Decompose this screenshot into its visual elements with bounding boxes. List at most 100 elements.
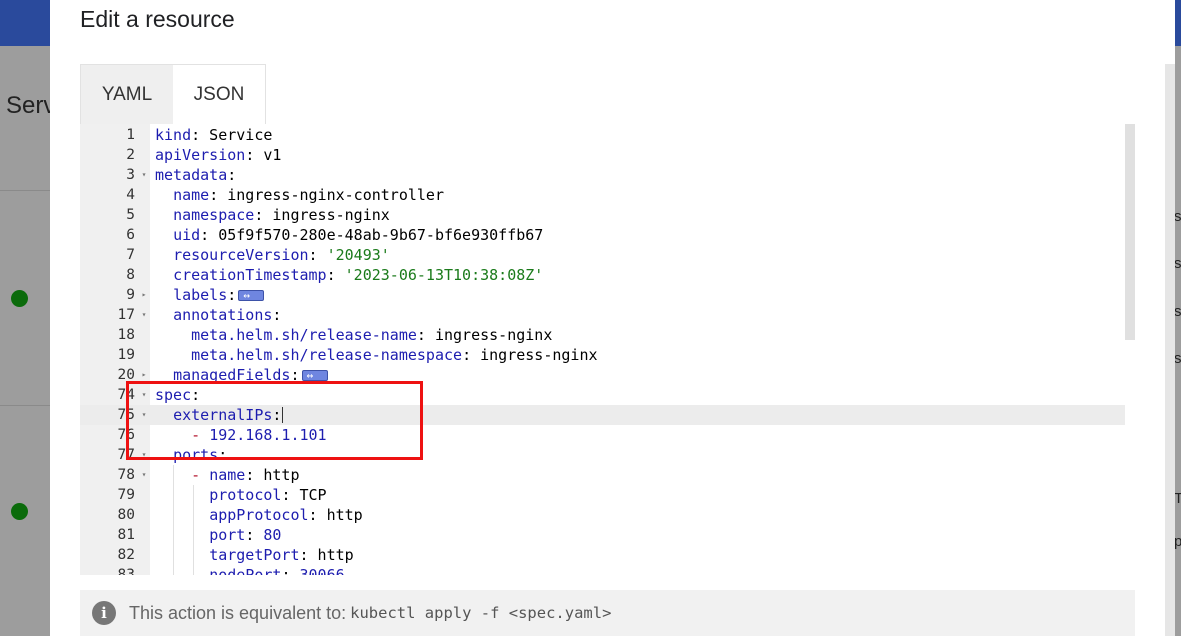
expand-fold-icon[interactable] bbox=[301, 366, 328, 386]
line-number: 3 bbox=[126, 167, 135, 183]
code-token: name bbox=[209, 466, 246, 484]
right-column-text: s bbox=[1174, 350, 1181, 367]
code-token: targetPort bbox=[209, 546, 300, 564]
code-token: labels bbox=[173, 286, 228, 304]
table-divider bbox=[0, 190, 50, 191]
code-line[interactable]: 17 ▾ annotations: bbox=[80, 305, 1125, 325]
line-number: 17 bbox=[117, 307, 135, 323]
code-token: : bbox=[245, 526, 264, 544]
code-token: : ingress-nginx bbox=[462, 346, 598, 364]
tab-yaml[interactable]: YAML bbox=[80, 64, 174, 124]
page-title: Serv bbox=[6, 92, 56, 119]
editor-scrollbar-thumb[interactable] bbox=[1125, 124, 1135, 340]
code-token: : ingress-nginx bbox=[416, 326, 553, 344]
code-line[interactable]: 79 protocol: TCP bbox=[80, 485, 1125, 505]
code-text: creationTimestamp: '2023-06-13T10:38:08Z… bbox=[155, 265, 543, 285]
info-icon: i bbox=[92, 601, 116, 625]
code-line[interactable]: 5 namespace: ingress-nginx bbox=[80, 205, 1125, 225]
fold-collapsed-icon[interactable]: ▸ bbox=[139, 285, 149, 305]
editor-lines: 1 kind: Service 2 apiVersion: v1 3 ▾ metadata:… bbox=[80, 125, 1125, 575]
info-command: kubectl apply -f <spec.yaml> bbox=[350, 604, 612, 622]
line-number: 8 bbox=[126, 267, 135, 283]
code-line[interactable]: 7 resourceVersion: '20493' bbox=[80, 245, 1125, 265]
code-text: namespace: ingress-nginx bbox=[155, 205, 390, 225]
code-line[interactable]: 1 kind: Service bbox=[80, 125, 1125, 145]
line-number: 6 bbox=[126, 227, 135, 243]
status-running-icon bbox=[11, 290, 28, 307]
expand-fold-icon[interactable] bbox=[238, 286, 265, 306]
code-line[interactable]: 82 targetPort: http bbox=[80, 545, 1125, 565]
code-text: targetPort: http bbox=[155, 545, 354, 565]
tab-json[interactable]: JSON bbox=[173, 64, 266, 124]
code-editor[interactable]: 1 kind: Service 2 apiVersion: v1 3 ▾ metadata:… bbox=[80, 124, 1135, 575]
line-number: 83 bbox=[117, 567, 135, 575]
code-token: : ingress-nginx bbox=[254, 206, 390, 224]
code-token: kind bbox=[155, 126, 192, 144]
code-token: 80 bbox=[263, 526, 282, 544]
code-token: '20493' bbox=[326, 246, 390, 264]
format-tabs: YAML JSON bbox=[80, 64, 1135, 124]
dialog-scrollbar[interactable] bbox=[1165, 64, 1175, 636]
dialog-title: Edit a resource bbox=[80, 6, 235, 32]
table-divider bbox=[0, 405, 50, 406]
line-number: 81 bbox=[117, 527, 135, 543]
code-text: meta.helm.sh/release-namespace: ingress-… bbox=[155, 345, 598, 365]
line-number: 79 bbox=[117, 487, 135, 503]
code-line[interactable]: 6 uid: 05f9f570-280e-48ab-9b67-bf6e930ff… bbox=[80, 225, 1125, 245]
code-token: : bbox=[272, 306, 282, 324]
edit-resource-dialog: Edit a resource YAML JSON 1 kind: Service… bbox=[50, 0, 1175, 636]
code-line[interactable]: 78 ▾ - name: http bbox=[80, 465, 1125, 485]
fold-expanded-icon[interactable]: ▾ bbox=[139, 165, 149, 185]
code-line[interactable]: 81 port: 80 bbox=[80, 525, 1125, 545]
code-text: nodePort: 30066 bbox=[155, 565, 345, 575]
code-line[interactable]: 9 ▸ labels: bbox=[80, 285, 1125, 306]
code-token: 30066 bbox=[299, 566, 345, 575]
code-text: uid: 05f9f570-280e-48ab-9b67-bf6e930ffb6… bbox=[155, 225, 543, 245]
code-line[interactable]: 8 creationTimestamp: '2023-06-13T10:38:0… bbox=[80, 265, 1125, 285]
code-token: : http bbox=[245, 466, 300, 484]
code-text: apiVersion: v1 bbox=[155, 145, 281, 165]
line-number: 19 bbox=[117, 347, 135, 363]
code-token: appProtocol bbox=[209, 506, 309, 524]
right-column-text: s bbox=[1174, 255, 1181, 272]
code-text: name: ingress-nginx-controller bbox=[155, 185, 444, 205]
fold-expanded-icon[interactable]: ▾ bbox=[139, 305, 149, 325]
code-line[interactable]: 19 meta.helm.sh/release-namespace: ingre… bbox=[80, 345, 1125, 365]
code-line[interactable]: 2 apiVersion: v1 bbox=[80, 145, 1125, 165]
code-line[interactable]: 80 appProtocol: http bbox=[80, 505, 1125, 525]
code-line[interactable]: 83 nodePort: 30066 bbox=[80, 565, 1125, 575]
code-token: creationTimestamp bbox=[173, 266, 327, 284]
line-number: 9 bbox=[126, 287, 135, 303]
code-line[interactable]: 3 ▾ metadata: bbox=[80, 165, 1125, 185]
line-number: 82 bbox=[117, 547, 135, 563]
code-token: name bbox=[173, 186, 210, 204]
code-text: port: 80 bbox=[155, 525, 281, 545]
code-token: : bbox=[326, 266, 345, 284]
code-token: meta.helm.sh/release-namespace bbox=[191, 346, 463, 364]
code-token: : v1 bbox=[245, 146, 282, 164]
code-token: protocol bbox=[209, 486, 282, 504]
code-line[interactable]: 4 name: ingress-nginx-controller bbox=[80, 185, 1125, 205]
code-text: metadata: bbox=[155, 165, 236, 185]
fold-expanded-icon[interactable]: ▾ bbox=[139, 465, 149, 485]
code-token: : http bbox=[308, 506, 363, 524]
code-token: metadata bbox=[155, 166, 228, 184]
code-token: namespace bbox=[173, 206, 255, 224]
line-number: 4 bbox=[126, 187, 135, 203]
code-text: labels: bbox=[155, 285, 265, 306]
line-number: 80 bbox=[117, 507, 135, 523]
code-token: : bbox=[281, 566, 300, 575]
code-token: resourceVersion bbox=[173, 246, 309, 264]
code-token: : Service bbox=[191, 126, 273, 144]
code-line[interactable]: 18 meta.helm.sh/release-name: ingress-ng… bbox=[80, 325, 1125, 345]
code-token: : ingress-nginx-controller bbox=[209, 186, 444, 204]
line-number: 1 bbox=[126, 127, 135, 143]
code-token: - bbox=[191, 466, 210, 484]
